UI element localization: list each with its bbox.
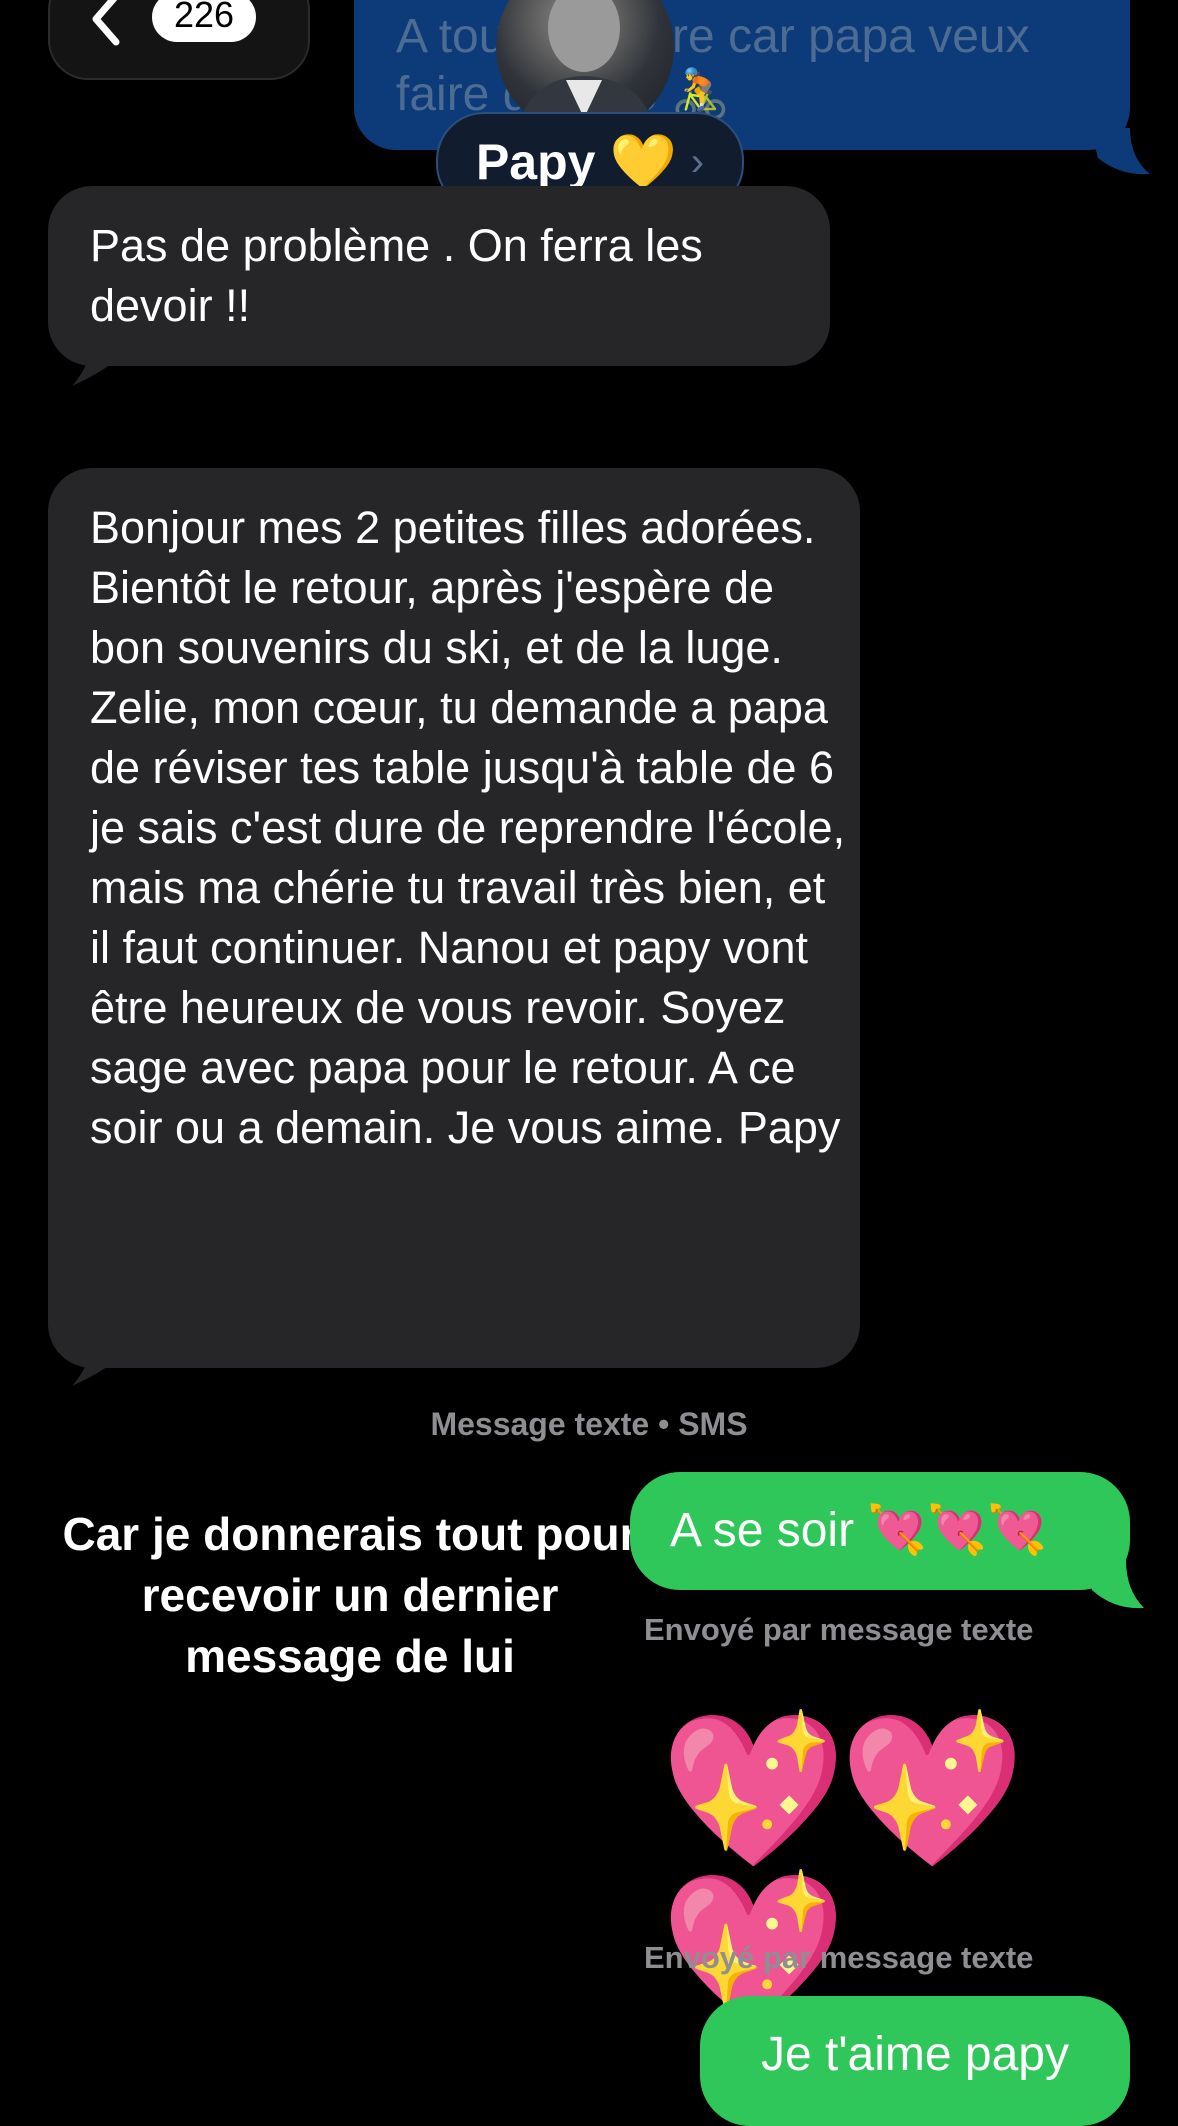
service-label: Message texte • SMS [430, 1406, 748, 1442]
unread-count-badge: 226 [152, 0, 256, 42]
chevron-left-icon [92, 0, 120, 46]
sparkling-hearts-message[interactable]: 💖💖💖 [660, 1710, 1140, 2030]
overlay-caption: Car je donnerais tout pour recevoir un d… [62, 1508, 638, 1682]
yellow-heart-icon: 💛 [609, 132, 677, 192]
delivered-label: Envoyé par message texte [644, 1940, 1034, 1975]
heart-arrow-icons: 💘💘💘 [854, 1504, 1047, 1557]
received-message-text: Pas de problème . On ferra les devoir !! [90, 220, 703, 331]
sent-bubble-tail [1086, 1560, 1144, 1609]
received-bubble-tail [72, 1346, 132, 1386]
top-message-bubble-tail [1090, 128, 1150, 175]
received-message-text: Bonjour mes 2 petites filles adorées. Bi… [90, 502, 846, 1153]
sent-message-text: Je t'aime papy [761, 2028, 1069, 2081]
contact-name: Papy [475, 134, 596, 190]
sent-message-text: A se soir 💘💘💘 [670, 1502, 1130, 1560]
received-bubble-tail [72, 346, 132, 386]
chevron-right-icon: › [690, 139, 705, 184]
sent-message-label: A se soir [670, 1504, 855, 1557]
delivered-label: Envoyé par message texte [644, 1612, 1034, 1647]
